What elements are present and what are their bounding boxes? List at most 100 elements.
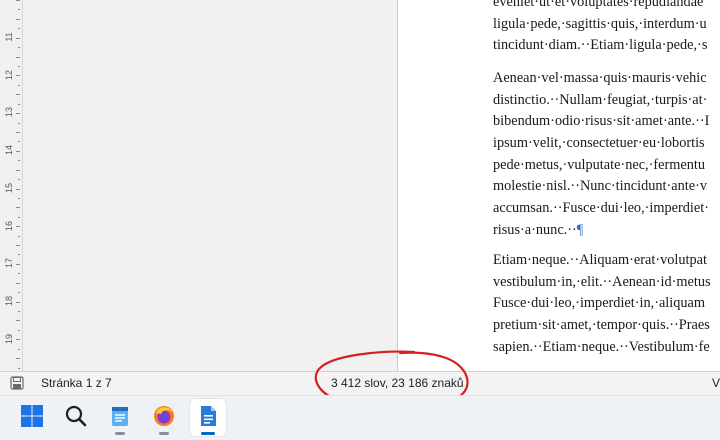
line-text: ligula·pede,·sagittis·quis,·interdum·u — [493, 15, 707, 32]
ruler-tick — [16, 37, 20, 39]
ruler-tick — [18, 367, 20, 369]
running-indicator — [115, 432, 125, 435]
ruler-tick — [18, 103, 20, 105]
ruler-number: 14 — [4, 145, 14, 156]
status-bar: Stránka 1 z 7 3 412 slov, 23 186 znaků V — [0, 371, 720, 395]
ruler-tick — [16, 301, 20, 303]
ruler-number: 13 — [4, 107, 14, 118]
word-count-status[interactable]: 3 412 slov, 23 186 znaků — [331, 376, 464, 390]
ruler-tick — [18, 9, 20, 11]
ruler-tick — [16, 245, 20, 247]
text-line: tincidunt·diam.··Etiam·ligula·pede,·s — [493, 35, 720, 57]
ruler-tick — [18, 141, 20, 143]
line-text: pede·metus,·vulputate·nec,·fermentu — [493, 156, 705, 173]
text-line: Aenean·vel·massa·quis·mauris·vehic — [493, 68, 720, 90]
ruler-number: 12 — [4, 69, 14, 80]
running-indicator — [159, 432, 169, 435]
ruler-tick — [16, 113, 20, 115]
ruler-tick — [16, 320, 20, 322]
line-text: distinctio.··Nullam·feugiat,·turpis·at· — [493, 91, 708, 108]
ruler-tick — [16, 18, 20, 20]
ruler-number: 15 — [4, 182, 14, 193]
text-line: eveniet·ut·et·voluptates·repudiandae — [493, 0, 720, 14]
line-text: bibendum·odio·risus·sit·amet·ante.··I — [493, 113, 710, 130]
document-paragraph[interactable]: eveniet·ut·et·voluptates·repudiandae ligu… — [493, 0, 720, 57]
text-line: vestibulum·in,·elit.··Aenean·id·metus — [493, 272, 720, 294]
ruler-tick — [18, 179, 20, 181]
ruler-number: 16 — [4, 220, 14, 231]
line-text: Fusce·dui·leo,·imperdiet·in,·aliquam — [493, 295, 706, 312]
ruler-tick — [16, 339, 20, 341]
line-text: tincidunt·diam.··Etiam·ligula·pede,·s — [493, 37, 708, 54]
save-status-icon[interactable] — [10, 376, 24, 390]
document-paragraph[interactable]: Etiam·neque.··Aliquam·erat·volutpat vesti… — [493, 250, 720, 358]
ruler-tick — [16, 226, 20, 228]
line-text: accumsan.··Fusce·dui·leo,·imperdiet· — [493, 200, 709, 217]
text-line: sapien.··Etiam·neque.··Vestibulum·fe — [493, 337, 720, 359]
ruler-tick — [18, 65, 20, 67]
line-text: vestibulum·in,·elit.··Aenean·id·metus — [493, 273, 711, 290]
vertical-ruler: 11 12 13 14 15 16 17 18 19 — [0, 0, 23, 371]
ruler-tick — [16, 0, 20, 1]
line-text: risus·a·nunc.·· — [493, 221, 577, 238]
text-line: ipsum·velit,·consectetuer·eu·lobortis — [493, 133, 720, 155]
ruler-tick — [16, 282, 20, 284]
text-line: pretium·sit·amet,·tempor·quis.··Praes — [493, 315, 720, 337]
text-line: risus·a·nunc.··¶ — [493, 220, 720, 242]
ruler-tick — [18, 292, 20, 294]
start-button[interactable] — [14, 399, 50, 436]
taskbar — [0, 395, 720, 440]
document-paragraph[interactable]: Aenean·vel·massa·quis·mauris·vehic distin… — [493, 68, 720, 242]
document-canvas — [23, 0, 397, 371]
line-text: Aenean·vel·massa·quis·mauris·vehic — [493, 70, 707, 86]
line-text: eveniet·ut·et·voluptates·repudiandae — [493, 0, 704, 10]
line-text: ipsum·velit,·consectetuer·eu·lobortis — [493, 135, 705, 152]
line-text: pretium·sit·amet,·tempor·quis.··Praes — [493, 317, 710, 334]
ruler-tick — [18, 348, 20, 350]
document-page[interactable]: eveniet·ut·et·voluptates·repudiandae ligu… — [398, 0, 720, 371]
view-layout-status[interactable]: V — [712, 376, 720, 390]
ruler-tick — [18, 235, 20, 237]
ruler-tick — [18, 254, 20, 256]
text-line: accumsan.··Fusce·dui·leo,·imperdiet· — [493, 198, 720, 220]
ruler-tick — [16, 207, 20, 209]
line-text: sapien.··Etiam·neque.··Vestibulum·fe — [493, 338, 710, 355]
text-line: Fusce·dui·leo,·imperdiet·in,·aliquam — [493, 293, 720, 315]
ruler-number: 11 — [4, 32, 14, 42]
line-text: Etiam·neque.··Aliquam·erat·volutpat — [493, 252, 707, 268]
text-line: molestie·nisl.··Nunc·tincidunt·ante·v — [493, 176, 720, 198]
notepad-button[interactable] — [102, 399, 138, 436]
text-line: Etiam·neque.··Aliquam·erat·volutpat — [493, 250, 720, 272]
ruler-tick — [18, 197, 20, 199]
text-line: pede·metus,·vulputate·nec,·fermentu — [493, 155, 720, 177]
line-text: molestie·nisl.··Nunc·tincidunt·ante·v — [493, 178, 707, 195]
ruler-tick — [16, 75, 20, 77]
ruler-number: 17 — [4, 258, 14, 269]
ruler-tick — [18, 311, 20, 313]
paragraph-mark: ¶ — [576, 221, 584, 238]
text-line: bibendum·odio·risus·sit·amet·ante.··I — [493, 111, 720, 133]
ruler-tick — [18, 273, 20, 275]
ruler-tick — [16, 263, 20, 265]
ruler-tick — [16, 188, 20, 190]
text-line: distinctio.··Nullam·feugiat,·turpis·at· — [493, 90, 720, 112]
ruler-tick — [16, 358, 20, 360]
ruler-tick — [18, 28, 20, 30]
ruler-tick — [18, 84, 20, 86]
writer-button[interactable] — [190, 399, 226, 436]
ruler-tick — [16, 169, 20, 171]
ruler-tick — [18, 47, 20, 49]
ruler-tick — [16, 131, 20, 133]
search-button[interactable] — [58, 399, 94, 436]
ruler-number: 18 — [4, 295, 14, 306]
ruler-tick — [16, 56, 20, 58]
running-indicator — [201, 432, 215, 435]
text-line: ligula·pede,·sagittis·quis,·interdum·u — [493, 14, 720, 36]
ruler-tick — [18, 329, 20, 331]
firefox-button[interactable] — [146, 399, 182, 436]
ruler-tick — [18, 160, 20, 162]
page-number-status[interactable]: Stránka 1 z 7 — [41, 376, 112, 390]
ruler-number: 19 — [4, 333, 14, 344]
ruler-tick — [18, 122, 20, 124]
ruler-tick — [16, 94, 20, 96]
